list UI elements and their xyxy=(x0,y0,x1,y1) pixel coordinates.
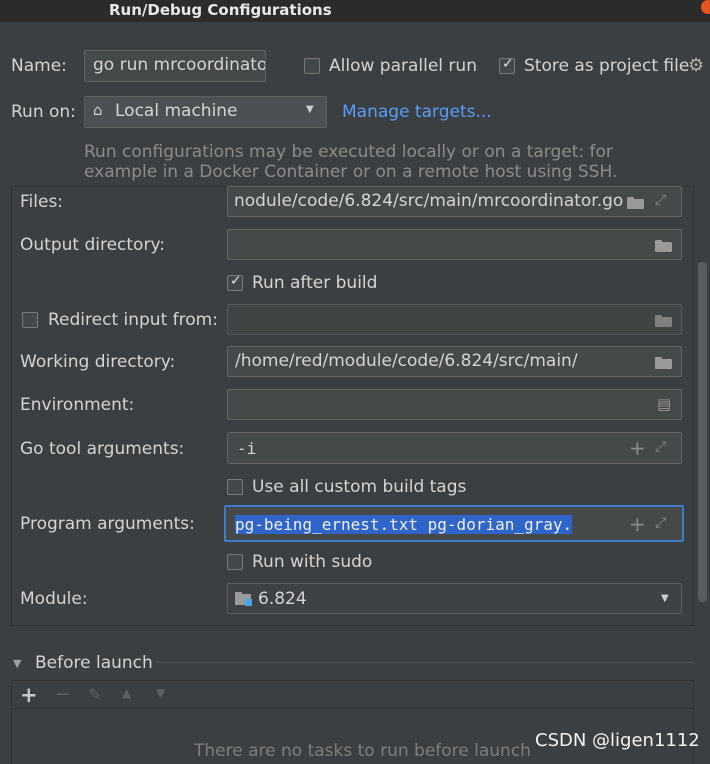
run-after-build-checkbox[interactable] xyxy=(227,273,243,291)
run-after-build-label: Run after build xyxy=(252,273,378,293)
name-input-value: go run mrcoordinato xyxy=(93,55,266,75)
expand-icon[interactable]: ⤢ xyxy=(655,515,666,531)
module-select[interactable]: 6.824 ▼ xyxy=(227,583,682,614)
store-project-checkbox[interactable] xyxy=(499,56,515,74)
program-args-input[interactable]: pg-being_ernest.txt pg-dorian_gray. + ⤢ xyxy=(224,505,684,542)
program-args-label: Program arguments: xyxy=(20,514,195,534)
run-on-value: Local machine xyxy=(115,101,238,121)
folder-icon[interactable] xyxy=(655,240,672,252)
working-dir-value: /home/red/module/code/6.824/src/main/ xyxy=(235,351,578,371)
plus-icon[interactable]: + xyxy=(629,514,646,534)
go-tool-args-label: Go tool arguments: xyxy=(20,439,185,459)
run-with-sudo-label: Run with sudo xyxy=(252,552,373,572)
files-label: Files: xyxy=(20,192,64,212)
redirect-input-field[interactable] xyxy=(227,304,682,335)
move-up-icon[interactable]: ▲ xyxy=(122,686,131,700)
before-launch-title: Before launch xyxy=(35,653,153,673)
folder-icon[interactable] xyxy=(655,315,672,327)
expand-icon[interactable]: ⤢ xyxy=(655,192,666,208)
output-dir-input[interactable] xyxy=(227,229,682,260)
chevron-down-icon: ▼ xyxy=(306,104,314,115)
run-on-hint-line2: example in a Docker Container or on a re… xyxy=(84,162,618,182)
run-with-sudo-checkbox[interactable] xyxy=(227,554,243,570)
section-divider xyxy=(156,662,693,663)
environment-label: Environment: xyxy=(20,395,135,415)
watermark: CSDN @ligen1112 xyxy=(535,730,700,751)
remove-task-icon[interactable]: − xyxy=(55,683,71,705)
chevron-down-icon: ▼ xyxy=(661,593,669,604)
folder-icon[interactable] xyxy=(655,357,672,369)
module-label: Module: xyxy=(20,589,88,609)
manage-targets-link[interactable]: Manage targets... xyxy=(342,102,492,122)
module-value: 6.824 xyxy=(258,589,307,609)
files-value: nodule/code/6.824/src/main/mrcoordinator… xyxy=(234,191,624,211)
document-icon[interactable]: ▤ xyxy=(657,395,671,413)
module-folder-icon xyxy=(235,592,253,606)
working-dir-input[interactable]: /home/red/module/code/6.824/src/main/ xyxy=(227,346,682,377)
window-title: Run/Debug Configurations xyxy=(109,1,332,19)
custom-build-tags-checkbox[interactable] xyxy=(227,479,243,495)
folder-icon[interactable] xyxy=(627,197,644,209)
allow-parallel-label: Allow parallel run xyxy=(329,56,477,76)
name-label: Name: xyxy=(11,56,67,76)
expand-icon[interactable]: ⤢ xyxy=(655,439,666,455)
add-task-icon[interactable]: + xyxy=(20,683,38,707)
working-dir-label: Working directory: xyxy=(20,352,176,372)
home-icon: ⌂ xyxy=(93,101,103,119)
go-tool-args-input[interactable]: -i + ⤢ xyxy=(227,432,682,464)
run-on-label: Run on: xyxy=(11,102,76,122)
before-launch-toolbar xyxy=(11,680,694,709)
close-window-button[interactable] xyxy=(701,0,710,14)
allow-parallel-checkbox[interactable] xyxy=(304,58,320,74)
scrollbar-thumb[interactable] xyxy=(698,262,707,602)
title-bar xyxy=(0,0,710,22)
run-on-select[interactable]: ⌂ Local machine ▼ xyxy=(84,96,327,128)
move-down-icon[interactable]: ▼ xyxy=(156,686,165,700)
custom-build-tags-label: Use all custom build tags xyxy=(252,477,467,497)
run-on-hint-line1: Run configurations may be executed local… xyxy=(84,142,613,162)
redirect-input-label: Redirect input from: xyxy=(48,310,218,330)
gear-icon[interactable]: ⚙ xyxy=(688,55,704,76)
store-project-label: Store as project file xyxy=(524,56,690,76)
name-input[interactable]: go run mrcoordinato xyxy=(84,50,266,82)
program-args-value: pg-being_ernest.txt pg-dorian_gray. xyxy=(235,515,573,534)
edit-task-icon[interactable]: ✎ xyxy=(88,685,101,704)
plus-icon[interactable]: + xyxy=(629,438,646,458)
redirect-input-checkbox[interactable] xyxy=(22,312,38,328)
files-input[interactable]: nodule/code/6.824/src/main/mrcoordinator… xyxy=(227,186,682,217)
output-dir-label: Output directory: xyxy=(20,235,165,255)
before-launch-empty-text: There are no tasks to run before launch xyxy=(194,741,531,761)
environment-input[interactable]: ▤ xyxy=(227,389,682,420)
go-tool-args-value: -i xyxy=(237,439,257,458)
collapse-arrow-icon[interactable]: ▼ xyxy=(13,657,21,670)
